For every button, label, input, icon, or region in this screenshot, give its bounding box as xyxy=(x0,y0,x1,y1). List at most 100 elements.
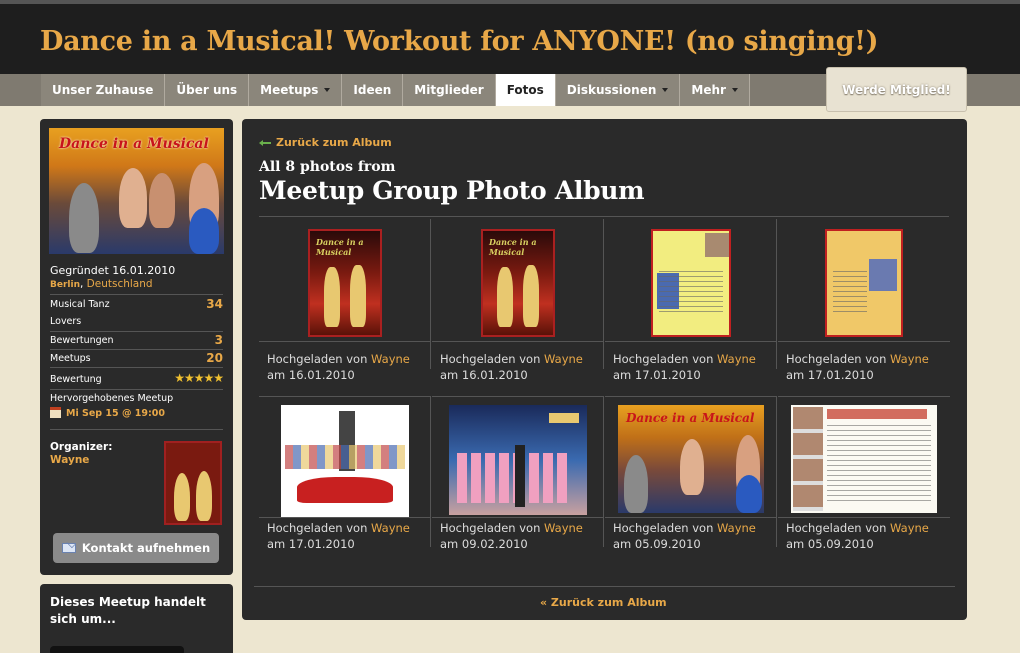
photo-uploader-line: Hochgeladen von Wayne xyxy=(786,521,929,535)
divider xyxy=(605,517,777,518)
photo-thumbnail[interactable] xyxy=(651,229,731,337)
nav-item-1[interactable]: Über uns xyxy=(165,74,250,106)
divider xyxy=(259,517,431,518)
photo-upload-date: am 17.01.2010 xyxy=(267,537,355,551)
photo-upload-date: am 05.09.2010 xyxy=(613,537,701,551)
featured-meetup-date[interactable]: Mi Sep 15 @ 19:00 xyxy=(66,408,165,419)
organizer-photo[interactable] xyxy=(164,441,222,525)
nav-item-3[interactable]: Ideen xyxy=(342,74,404,106)
photo-upload-date: am 09.02.2010 xyxy=(440,537,528,551)
photo-card: Hochgeladen von Wayne am 17.01.2010 xyxy=(605,219,777,397)
nav-item-0[interactable]: Unser Zuhause xyxy=(41,74,166,106)
uploader-link[interactable]: Wayne xyxy=(717,521,756,535)
organizer-name[interactable]: Wayne xyxy=(50,454,89,466)
photo-thumbnail[interactable] xyxy=(281,405,409,517)
photo-card: Hochgeladen von Wayne am 17.01.2010 xyxy=(778,219,950,397)
about-meetup-panel: Dieses Meetup handelt sich um... xyxy=(40,584,233,653)
photo-uploader-line: Hochgeladen von Wayne xyxy=(440,352,583,366)
uploader-link[interactable]: Wayne xyxy=(544,352,583,366)
nav-item-label: Fotos xyxy=(506,83,544,97)
nav-item-label: Mehr xyxy=(691,83,726,97)
group-title[interactable]: Dance in a Musical! Workout for ANYONE! … xyxy=(40,26,878,57)
back-arrow-icon xyxy=(259,139,271,147)
country-link[interactable]: Deutschland xyxy=(87,278,153,290)
photo-thumbnail[interactable] xyxy=(791,405,937,513)
divider xyxy=(430,397,431,547)
nav-item-label: Mitglieder xyxy=(414,83,484,97)
stat-reviews-label: Bewertungen xyxy=(50,335,114,346)
uploaded-by-label: Hochgeladen von xyxy=(786,521,887,535)
divider xyxy=(259,341,431,342)
album-title: Meetup Group Photo Album xyxy=(259,176,645,205)
chevron-down-icon xyxy=(731,88,738,92)
divider xyxy=(603,219,604,369)
nav-item-label: Diskussionen xyxy=(566,83,657,97)
photo-thumbnail[interactable] xyxy=(825,229,903,337)
about-meetup-title: Dieses Meetup handelt sich um... xyxy=(50,595,206,626)
photo-card: Dance in a Musical Hochgeladen von Wayne a… xyxy=(259,219,431,397)
photo-thumbnail[interactable]: Dance in a Musical xyxy=(618,405,764,513)
photo-thumbnail[interactable] xyxy=(449,405,587,515)
divider xyxy=(776,219,777,369)
uploader-link[interactable]: Wayne xyxy=(717,352,756,366)
rating-stars-icon: ★★★★★ xyxy=(174,371,224,385)
stat-members-label2: Lovers xyxy=(50,316,82,327)
uploader-link[interactable]: Wayne xyxy=(890,521,929,535)
uploaded-by-label: Hochgeladen von xyxy=(786,352,887,366)
contact-button[interactable]: Kontakt aufnehmen xyxy=(53,533,219,563)
divider xyxy=(430,219,431,369)
nav-item-5[interactable]: Fotos xyxy=(495,74,556,106)
uploader-link[interactable]: Wayne xyxy=(371,521,410,535)
photo-uploader-line: Hochgeladen von Wayne xyxy=(613,352,756,366)
photo-uploader-line: Hochgeladen von Wayne xyxy=(613,521,756,535)
uploaded-by-label: Hochgeladen von xyxy=(613,521,714,535)
divider xyxy=(259,216,949,217)
join-button[interactable]: Werde Mitglied! xyxy=(826,67,967,112)
photo-thumbnail[interactable]: Dance in a Musical xyxy=(481,229,555,337)
nav-item-2[interactable]: Meetups xyxy=(249,74,343,106)
uploaded-by-label: Hochgeladen von xyxy=(440,521,541,535)
stat-meetups-label: Meetups xyxy=(50,353,91,364)
stat-meetups-value[interactable]: 20 xyxy=(206,351,223,365)
city-link[interactable]: Berlin xyxy=(50,280,80,290)
nav-item-7[interactable]: Mehr xyxy=(680,74,750,106)
divider xyxy=(778,517,950,518)
back-to-album-label: Zurück zum Album xyxy=(276,136,392,149)
nav-items: Unser Zuhause Über uns Meetups Ideen Mitglie… xyxy=(41,74,750,106)
photo-card: Dance in a Musical Hochgeladen von Wayne a… xyxy=(605,397,777,562)
organizer-label: Organizer: xyxy=(50,441,113,453)
uploader-link[interactable]: Wayne xyxy=(371,352,410,366)
photo-upload-date: am 16.01.2010 xyxy=(267,368,355,382)
photo-upload-date: am 05.09.2010 xyxy=(786,537,874,551)
nav-item-label: Über uns xyxy=(176,83,238,97)
chevron-down-icon xyxy=(662,88,669,92)
photo-upload-date: am 17.01.2010 xyxy=(613,368,701,382)
photo-uploader-line: Hochgeladen von Wayne xyxy=(440,521,583,535)
photo-thumbnail[interactable]: Dance in a Musical xyxy=(308,229,382,337)
nav-item-4[interactable]: Mitglieder xyxy=(403,74,496,106)
uploaded-by-label: Hochgeladen von xyxy=(267,352,368,366)
back-to-album-link-top[interactable]: Zurück zum Album xyxy=(259,136,392,149)
photo-card: Dance in a Musical Hochgeladen von Wayne a… xyxy=(432,219,604,397)
about-meetup-tag[interactable] xyxy=(50,646,184,653)
uploaded-by-label: Hochgeladen von xyxy=(440,352,541,366)
uploader-link[interactable]: Wayne xyxy=(544,521,583,535)
group-photo[interactable]: Dance in a Musical xyxy=(49,128,224,254)
contact-button-label: Kontakt aufnehmen xyxy=(81,541,211,555)
back-to-album-link-bottom[interactable]: « Zurück zum Album xyxy=(540,596,667,609)
uploader-link[interactable]: Wayne xyxy=(890,352,929,366)
divider xyxy=(432,341,604,342)
uploaded-by-label: Hochgeladen von xyxy=(267,521,368,535)
group-sidebar: Dance in a Musical Gegründet 16.01.2010 … xyxy=(40,119,233,575)
featured-meetup-label: Hervorgehobenes Meetup xyxy=(50,393,174,404)
stat-members-value[interactable]: 34 xyxy=(206,297,223,311)
photo-upload-date: am 16.01.2010 xyxy=(440,368,528,382)
divider xyxy=(776,397,777,547)
photo-upload-date: am 17.01.2010 xyxy=(786,368,874,382)
nav-item-6[interactable]: Diskussionen xyxy=(555,74,681,106)
stat-reviews-value[interactable]: 3 xyxy=(215,333,223,347)
photo-count: All 8 photos from xyxy=(259,159,396,175)
nav-item-label: Unser Zuhause xyxy=(52,83,154,97)
group-photo-title: Dance in a Musical xyxy=(59,136,209,152)
divider xyxy=(432,517,604,518)
